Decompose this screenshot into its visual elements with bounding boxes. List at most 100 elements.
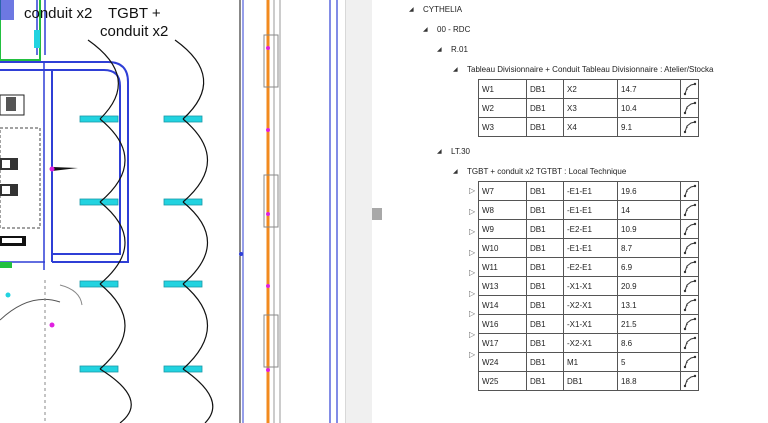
collapse-arrow-icon[interactable]: ◢ bbox=[409, 5, 414, 15]
cable-id-cell: W11 bbox=[478, 257, 527, 277]
cable-id-cell: W10 bbox=[478, 238, 527, 258]
length-cell: 20.9 bbox=[617, 276, 681, 296]
wire-action-cell[interactable] bbox=[680, 181, 699, 201]
length-cell: 5 bbox=[617, 352, 681, 372]
collapse-arrow-icon[interactable]: ◢ bbox=[437, 45, 442, 55]
target-cell: DB1 bbox=[563, 371, 618, 391]
table-row[interactable]: W24 DB1 M1 5 bbox=[478, 352, 699, 372]
wire-action-cell[interactable] bbox=[680, 98, 699, 118]
wire-icon bbox=[683, 184, 696, 198]
splitter-handle[interactable] bbox=[372, 208, 382, 220]
table-row[interactable]: W9 DB1 -E2-E1 10.9 bbox=[478, 219, 699, 239]
table-row[interactable]: W16 DB1 -X1-X1 21.5 bbox=[478, 314, 699, 334]
table-row[interactable]: W10 DB1 -E1-E1 8.7 bbox=[478, 238, 699, 258]
table-row[interactable]: W25 DB1 DB1 18.8 bbox=[478, 371, 699, 391]
wire-action-cell[interactable] bbox=[680, 333, 699, 353]
length-cell: 18.8 bbox=[617, 371, 681, 391]
tree-node-panel[interactable]: TGBT + conduit x2 TGTBT : Local Techniqu… bbox=[467, 167, 626, 177]
row-expander-icon[interactable]: ▷ bbox=[469, 268, 475, 278]
length-cell: 14 bbox=[617, 200, 681, 220]
source-cell: DB1 bbox=[526, 371, 564, 391]
wire-action-cell[interactable] bbox=[680, 295, 699, 315]
wire-icon bbox=[683, 336, 696, 350]
table-row[interactable]: W14 DB1 -X2-X1 13.1 bbox=[478, 295, 699, 315]
row-expander-icon[interactable]: ▷ bbox=[469, 350, 475, 360]
wire-action-cell[interactable] bbox=[680, 352, 699, 372]
wire-action-cell[interactable] bbox=[680, 79, 699, 99]
row-expander-icon[interactable]: ▷ bbox=[469, 289, 475, 299]
drawing-label: TGBT + bbox=[108, 5, 161, 22]
pane-splitter[interactable] bbox=[345, 0, 372, 423]
wire-icon bbox=[683, 279, 696, 293]
source-cell: DB1 bbox=[526, 117, 564, 137]
wire-action-cell[interactable] bbox=[680, 117, 699, 137]
target-cell: -E1-E1 bbox=[563, 238, 618, 258]
table-row[interactable]: W3 DB1 X4 9.1 bbox=[478, 117, 699, 137]
source-cell: DB1 bbox=[526, 276, 564, 296]
length-cell: 8.6 bbox=[617, 333, 681, 353]
wire-action-cell[interactable] bbox=[680, 314, 699, 334]
table-row[interactable]: W13 DB1 -X1-X1 20.9 bbox=[478, 276, 699, 296]
drawing-label: conduit x2 bbox=[100, 23, 169, 40]
table-row[interactable]: W1 DB1 X2 14.7 bbox=[478, 79, 699, 99]
cable-id-cell: W7 bbox=[478, 181, 527, 201]
wire-icon bbox=[683, 317, 696, 331]
table-row[interactable]: W7 DB1 -E1-E1 19.6 bbox=[478, 181, 699, 201]
table-row[interactable]: W11 DB1 -E2-E1 6.9 bbox=[478, 257, 699, 277]
table-row[interactable]: W8 DB1 -E1-E1 14 bbox=[478, 200, 699, 220]
tree-node-panel[interactable]: Tableau Divisionnaire + Conduit Tableau … bbox=[467, 65, 713, 75]
target-cell: X4 bbox=[563, 117, 618, 137]
cable-id-cell: W25 bbox=[478, 371, 527, 391]
wire-icon bbox=[683, 120, 696, 134]
tree-node-room[interactable]: LT.30 bbox=[451, 147, 470, 157]
source-cell: DB1 bbox=[526, 181, 564, 201]
source-cell: DB1 bbox=[526, 314, 564, 334]
cable-id-cell: W3 bbox=[478, 117, 527, 137]
target-cell: -E2-E1 bbox=[563, 219, 618, 239]
wire-action-cell[interactable] bbox=[680, 257, 699, 277]
wire-action-cell[interactable] bbox=[680, 276, 699, 296]
wire-icon bbox=[683, 101, 696, 115]
room-wall bbox=[0, 61, 129, 263]
source-cell: DB1 bbox=[526, 295, 564, 315]
row-expander-icon[interactable]: ▷ bbox=[469, 227, 475, 237]
collapse-arrow-icon[interactable]: ◢ bbox=[453, 167, 458, 177]
collapse-arrow-icon[interactable]: ◢ bbox=[453, 65, 458, 75]
source-cell: DB1 bbox=[526, 238, 564, 258]
wire-action-cell[interactable] bbox=[680, 371, 699, 391]
tree-node-root[interactable]: CYTHELIA bbox=[423, 5, 462, 15]
row-expander-icon[interactable]: ▷ bbox=[469, 248, 475, 258]
wire-icon bbox=[683, 355, 696, 369]
row-expander-icon[interactable]: ▷ bbox=[469, 186, 475, 196]
wire-action-cell[interactable] bbox=[680, 200, 699, 220]
row-expander-icon[interactable]: ▷ bbox=[469, 330, 475, 340]
wire-action-cell[interactable] bbox=[680, 219, 699, 239]
length-cell: 13.1 bbox=[617, 295, 681, 315]
cable-id-cell: W2 bbox=[478, 98, 527, 118]
floor-plan bbox=[0, 0, 338, 423]
source-cell: DB1 bbox=[526, 200, 564, 220]
target-cell: X3 bbox=[563, 98, 618, 118]
target-cell: -X1-X1 bbox=[563, 314, 618, 334]
tree-node-level[interactable]: 00 - RDC bbox=[437, 25, 470, 35]
collapse-arrow-icon[interactable]: ◢ bbox=[437, 147, 442, 157]
row-expander-icon[interactable]: ▷ bbox=[469, 207, 475, 217]
target-cell: -E1-E1 bbox=[563, 181, 618, 201]
cad-drawing-view[interactable]: conduit x2 TGBT + conduit x2 bbox=[0, 0, 345, 423]
object-tree[interactable]: ◢ CYTHELIA ◢ 00 - RDC ◢ R.01 ◢ Tableau D… bbox=[383, 0, 768, 423]
collapse-arrow-icon[interactable]: ◢ bbox=[423, 25, 428, 35]
tree-node-room[interactable]: R.01 bbox=[451, 45, 468, 55]
length-cell: 9.1 bbox=[617, 117, 681, 137]
table-row[interactable]: W2 DB1 X3 10.4 bbox=[478, 98, 699, 118]
drawing-label: conduit x2 bbox=[24, 5, 93, 22]
target-cell: -X1-X1 bbox=[563, 276, 618, 296]
length-cell: 10.9 bbox=[617, 219, 681, 239]
cable-id-cell: W24 bbox=[478, 352, 527, 372]
row-expander-icon[interactable]: ▷ bbox=[469, 309, 475, 319]
source-cell: DB1 bbox=[526, 352, 564, 372]
wire-action-cell[interactable] bbox=[680, 238, 699, 258]
cable-table: W1 DB1 X2 14.7 W2 DB1 X3 10.4 W3 DB1 X4 9.1 bbox=[478, 79, 699, 137]
cable-table: W7 DB1 -E1-E1 19.6 W8 DB1 -E1-E1 14 W9 DB1 -E2-E1 1… bbox=[478, 181, 699, 391]
wire-icon bbox=[683, 298, 696, 312]
table-row[interactable]: W17 DB1 -X2-X1 8.6 bbox=[478, 333, 699, 353]
